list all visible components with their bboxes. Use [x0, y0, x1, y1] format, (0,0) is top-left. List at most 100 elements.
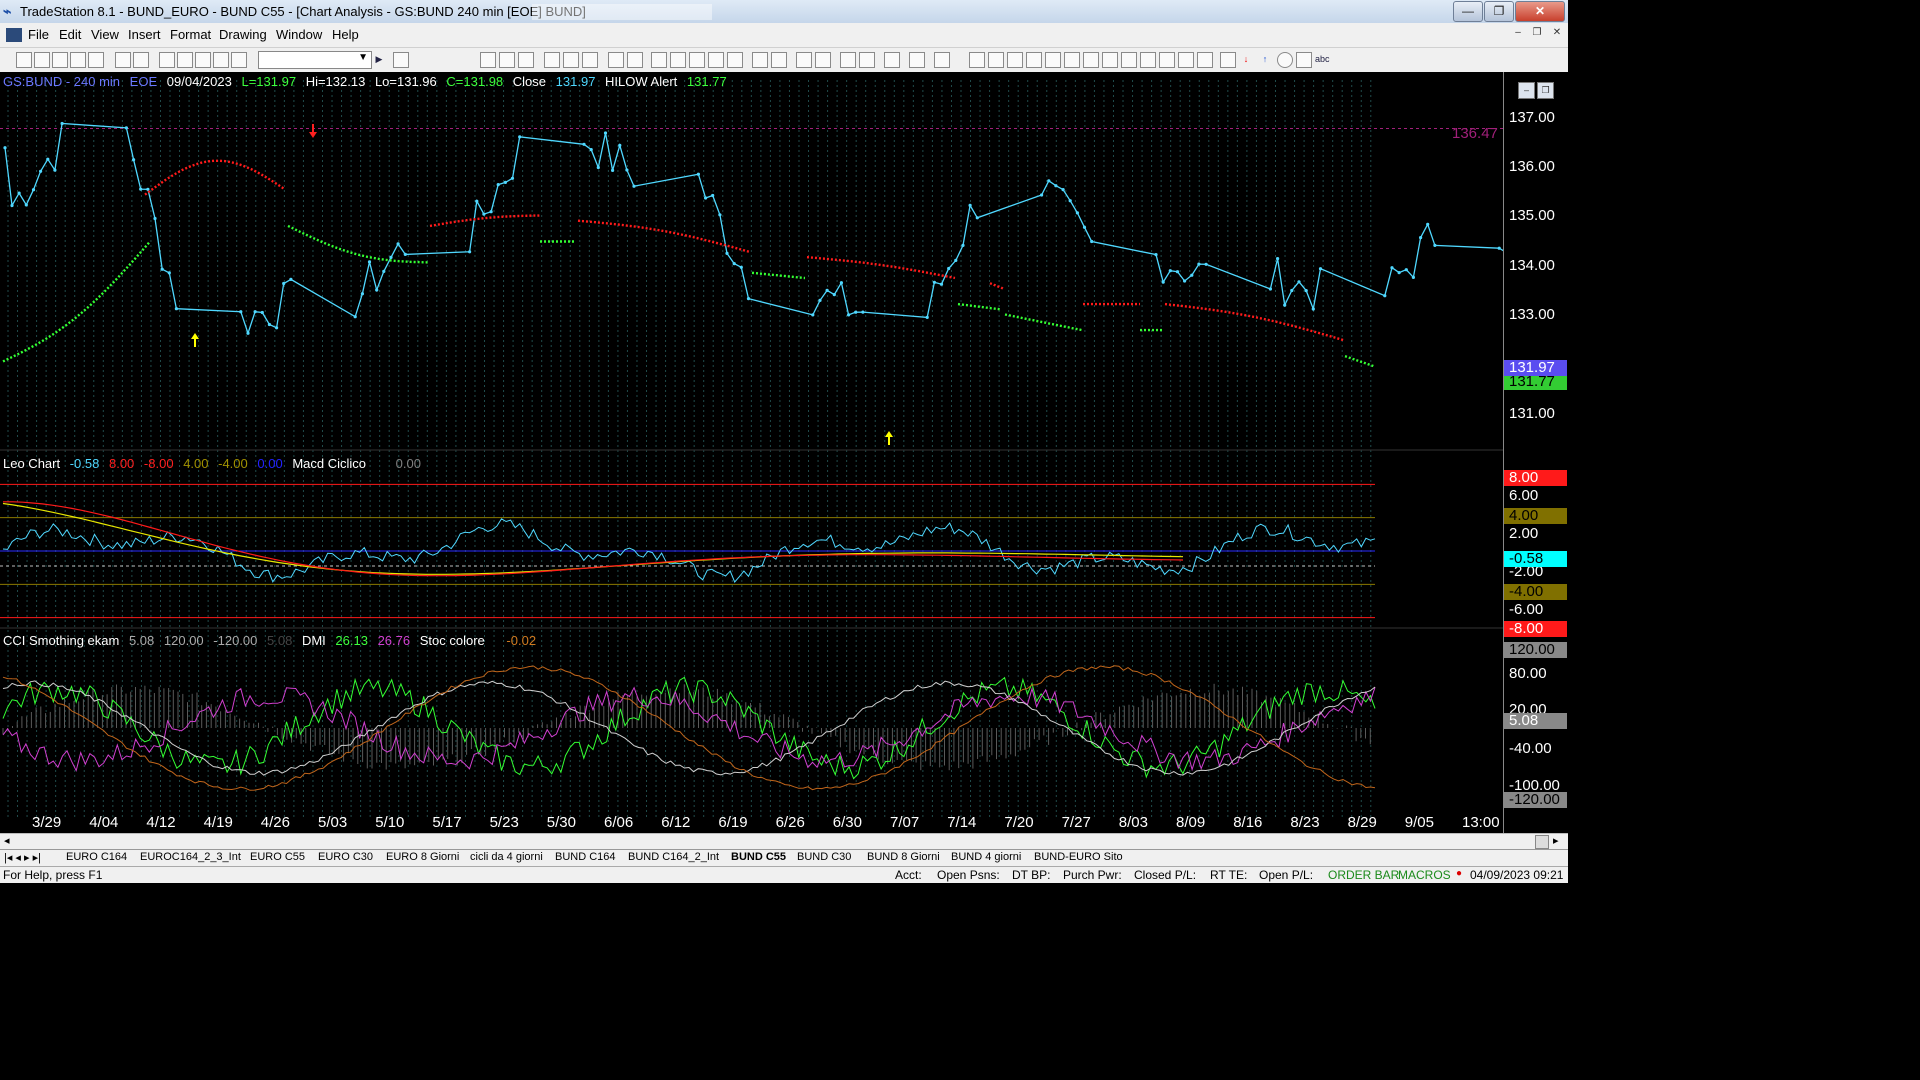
export-icon[interactable] — [909, 52, 925, 68]
menu-view[interactable]: View — [91, 27, 119, 42]
cursor-icon[interactable] — [840, 52, 856, 68]
wrench-icon[interactable] — [884, 52, 900, 68]
point-figure-icon[interactable] — [708, 52, 724, 68]
text-icon[interactable]: abc — [1315, 52, 1330, 66]
open-icon[interactable] — [34, 52, 50, 68]
arrow-down-icon[interactable]: ↓ — [1239, 52, 1253, 66]
horizontal-line-icon[interactable] — [1007, 52, 1023, 68]
scroll-right-icon[interactable]: ▸ — [1553, 834, 1559, 847]
legend-low: Lo=131.96 — [374, 74, 437, 89]
menu-edit[interactable]: Edit — [59, 27, 81, 42]
indicator-icon[interactable] — [544, 52, 560, 68]
mdi-close-button[interactable]: ✕ — [1550, 27, 1564, 41]
scroll-left-icon[interactable]: ◂ — [4, 834, 10, 847]
channel-icon[interactable] — [1159, 52, 1175, 68]
format-icon[interactable] — [627, 52, 643, 68]
fan-icon[interactable] — [1064, 52, 1080, 68]
tab-bund-c164-2-int[interactable]: BUND C164_2_Int — [628, 851, 719, 863]
chart-style2-icon[interactable] — [499, 52, 515, 68]
status-macros[interactable]: MACROS — [1398, 868, 1451, 882]
pen-icon[interactable] — [1197, 52, 1213, 68]
bars-icon[interactable] — [651, 52, 667, 68]
tab-nav-icons[interactable]: |◂ ◂ ▸ ▸| — [4, 851, 41, 864]
new-icon[interactable] — [16, 52, 32, 68]
tab-euro-8-giorni[interactable]: EURO 8 Giorni — [386, 851, 459, 863]
save-icon[interactable] — [88, 52, 104, 68]
strategy-icon[interactable] — [563, 52, 579, 68]
palette-icon[interactable] — [231, 52, 247, 68]
extension-icon[interactable] — [1140, 52, 1156, 68]
angle-icon[interactable] — [1121, 52, 1137, 68]
tab-bund-c30[interactable]: BUND C30 — [797, 851, 851, 863]
compress-icon[interactable] — [771, 52, 787, 68]
fib-icon[interactable] — [1026, 52, 1042, 68]
tab-euro-c55[interactable]: EURO C55 — [250, 851, 305, 863]
tab-bund-4-giorni[interactable]: BUND 4 giorni — [951, 851, 1021, 863]
tab-euroc164-2-3-int[interactable]: EUROC164_2_3_Int — [140, 851, 241, 863]
tab-bund-c55[interactable]: BUND C55 — [731, 851, 786, 863]
pane-restore-icon[interactable]: ❐ — [1537, 82, 1554, 99]
line-chart-icon[interactable] — [689, 52, 705, 68]
vertical-line-icon[interactable] — [988, 52, 1004, 68]
arrow-up-icon[interactable]: ↑ — [1258, 52, 1272, 66]
ellipse-icon[interactable] — [1277, 52, 1293, 68]
menu-insert[interactable]: Insert — [128, 27, 161, 42]
tab-cicli-4-giorni[interactable]: cicli da 4 giorni — [470, 851, 543, 863]
minimize-button[interactable]: — — [1453, 1, 1483, 22]
scroll-thumb[interactable] — [1535, 835, 1549, 849]
menu-help[interactable]: Help — [332, 27, 359, 42]
tab-euro-c30[interactable]: EURO C30 — [318, 851, 373, 863]
space-icon[interactable] — [752, 52, 768, 68]
price-point — [1168, 269, 1172, 273]
price-point — [3, 146, 7, 150]
zoom-out-icon[interactable] — [815, 52, 831, 68]
play-icon[interactable]: ▶ — [372, 52, 386, 66]
refresh-icon[interactable] — [608, 52, 624, 68]
zoom-in-icon[interactable] — [796, 52, 812, 68]
trendline-icon[interactable] — [969, 52, 985, 68]
data-tip-icon[interactable] — [859, 52, 875, 68]
save-workspace-icon[interactable] — [70, 52, 86, 68]
lookup-icon[interactable] — [393, 52, 409, 68]
status-order-bar[interactable]: ORDER BAR — [1328, 868, 1399, 882]
curve-icon[interactable] — [1220, 52, 1236, 68]
chart-style-icon[interactable] — [480, 52, 496, 68]
chart-document-icon[interactable] — [6, 28, 22, 42]
speed-lines-icon[interactable] — [1178, 52, 1194, 68]
candles-icon[interactable] — [670, 52, 686, 68]
retracement-icon[interactable] — [1083, 52, 1099, 68]
cycle-lines-icon[interactable] — [1102, 52, 1118, 68]
menu-window[interactable]: Window — [276, 27, 322, 42]
pane-minimize-icon[interactable]: – — [1518, 82, 1535, 99]
rectangle-icon[interactable] — [1296, 52, 1312, 68]
maximize-button[interactable]: ❐ — [1484, 1, 1514, 22]
tab-bund-8-giorni[interactable]: BUND 8 Giorni — [867, 851, 940, 863]
lock-icon[interactable] — [195, 52, 211, 68]
menu-file[interactable]: File — [28, 27, 49, 42]
analysis-icon[interactable] — [582, 52, 598, 68]
status-rt-te: RT TE: — [1210, 868, 1248, 882]
open-workspace-icon[interactable] — [52, 52, 68, 68]
tab-bund-euro-sito[interactable]: BUND-EURO Sito — [1034, 851, 1123, 863]
link-group-icon[interactable] — [177, 52, 193, 68]
print-icon[interactable] — [133, 52, 149, 68]
link-icon[interactable] — [159, 52, 175, 68]
horizontal-scrollbar[interactable]: ◂ ▸ — [0, 833, 1568, 850]
kagi-icon[interactable] — [727, 52, 743, 68]
menu-format[interactable]: Format — [170, 27, 211, 42]
tab-euro-c164[interactable]: EURO C164 — [66, 851, 127, 863]
mdi-minimize-button[interactable]: – — [1511, 27, 1525, 41]
chart-canvas[interactable] — [0, 72, 1503, 833]
close-button[interactable]: ✕ — [1515, 1, 1565, 22]
menu-drawing[interactable]: Drawing — [219, 27, 267, 42]
print-preview-icon[interactable] — [115, 52, 131, 68]
arc-icon[interactable] — [1045, 52, 1061, 68]
chart-area[interactable] — [0, 72, 1568, 833]
grid-icon[interactable] — [518, 52, 534, 68]
tools-icon[interactable] — [213, 52, 229, 68]
mdi-restore-button[interactable]: ❐ — [1530, 27, 1544, 41]
chevron-down-icon[interactable]: ▼ — [358, 52, 368, 63]
hide-icon[interactable] — [934, 52, 950, 68]
tab-bund-c164[interactable]: BUND C164 — [555, 851, 616, 863]
symbol-combo[interactable]: ▼ — [258, 51, 372, 69]
